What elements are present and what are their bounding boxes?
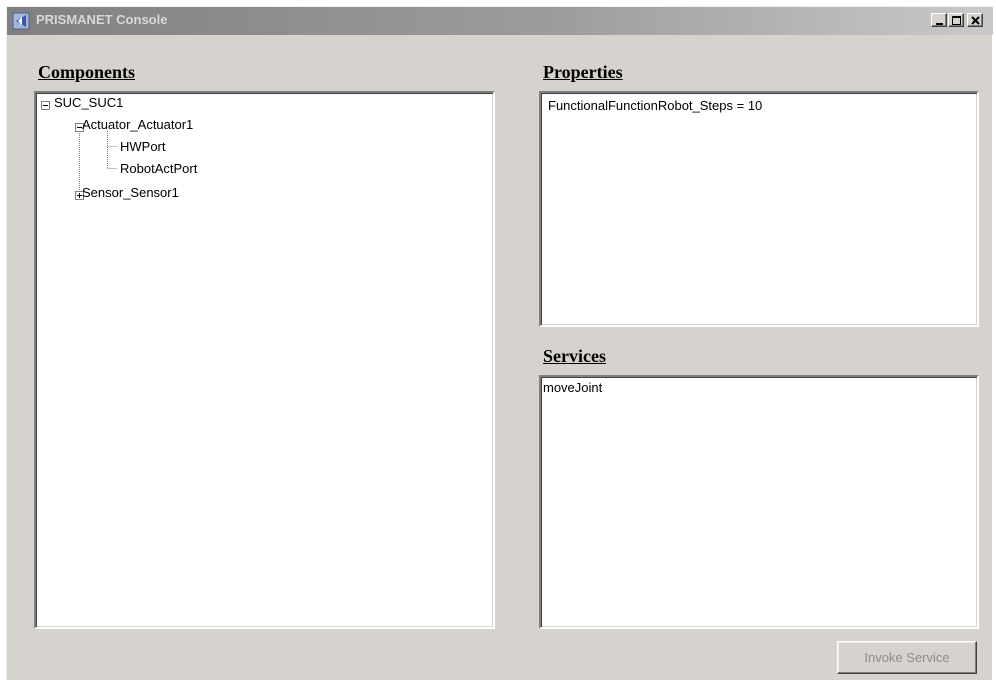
tree-collapse-icon[interactable]: [41, 98, 50, 113]
tree-node-actuator-actuator1[interactable]: Actuator_Actuator1: [82, 117, 193, 133]
components-heading: Components: [38, 62, 136, 82]
properties-list[interactable]: FunctionalFunctionRobot_Steps = 10: [539, 91, 979, 327]
window-title: PRISMANET Console: [36, 12, 168, 27]
services-heading: Services: [543, 346, 606, 366]
app-icon: [12, 12, 30, 30]
property-item[interactable]: FunctionalFunctionRobot_Steps = 10: [548, 98, 762, 114]
services-list[interactable]: moveJoint: [539, 375, 979, 629]
close-icon: [971, 16, 980, 25]
tree-node-hwport[interactable]: HWPort: [120, 139, 166, 155]
maximize-icon: [952, 16, 961, 25]
components-tree-panel[interactable]: SUC_SUC1 Actuator_Actuator1 HWPort Robot…: [34, 91, 495, 629]
title-bar[interactable]: PRISMANET Console: [7, 7, 993, 35]
properties-heading: Properties: [543, 62, 623, 82]
service-item[interactable]: moveJoint: [543, 380, 602, 396]
prismanet-console-window: PRISMANET Console Components SUC_SUC1 Ac…: [6, 6, 993, 680]
maximize-button[interactable]: [948, 13, 964, 27]
minimize-button[interactable]: [931, 13, 947, 27]
close-button[interactable]: [967, 13, 983, 27]
tree-node-robotactport[interactable]: RobotActPort: [120, 161, 197, 177]
invoke-service-button[interactable]: Invoke Service: [837, 641, 977, 674]
minimize-icon: [936, 23, 943, 25]
tree-node-sensor-sensor1[interactable]: Sensor_Sensor1: [82, 185, 179, 201]
tree-node-suc-suc1[interactable]: SUC_SUC1: [54, 95, 123, 111]
